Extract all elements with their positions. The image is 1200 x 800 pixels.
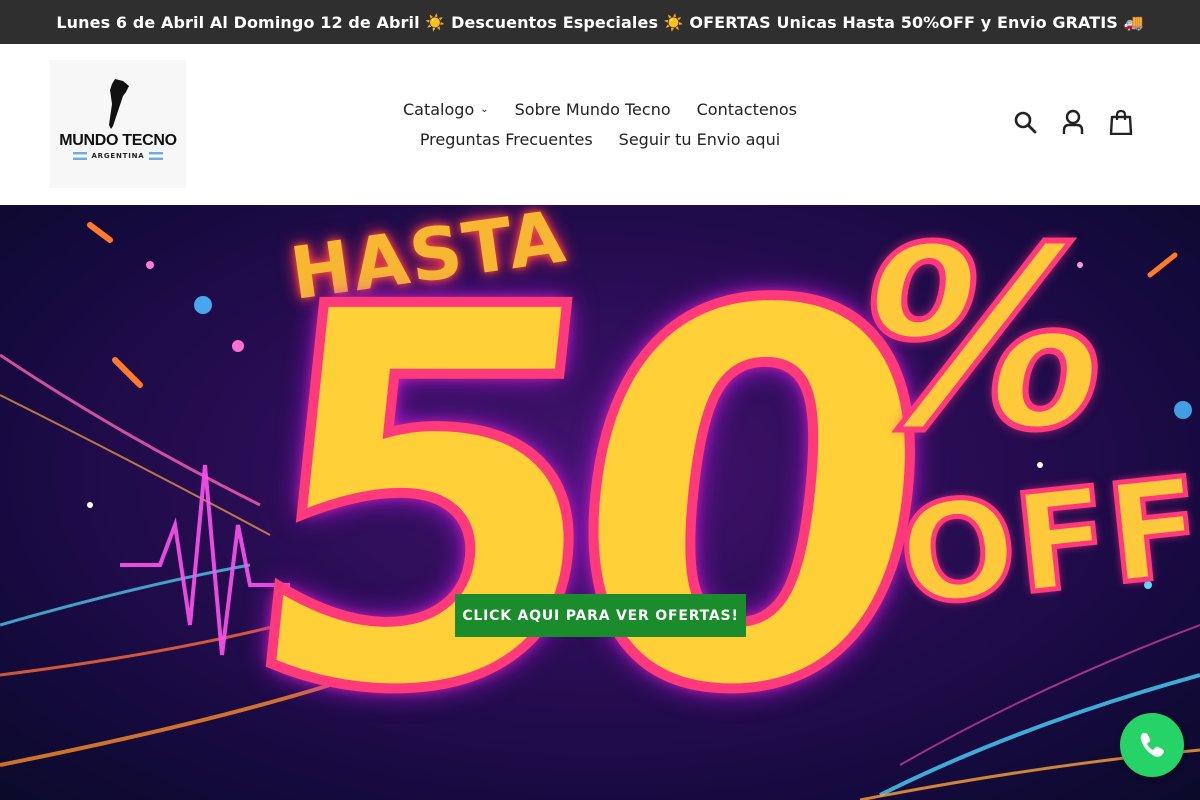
- announcement-bar: Lunes 6 de Abril Al Domingo 12 de Abril …: [0, 0, 1200, 44]
- view-offers-button[interactable]: CLICK AQUI PARA VER OFERTAS!: [455, 594, 746, 637]
- cart-icon[interactable]: [1108, 108, 1134, 136]
- nav-item-label: Preguntas Frecuentes: [419, 129, 593, 149]
- chevron-down-icon: ⌄: [480, 103, 489, 115]
- nav-item-label: Contactenos: [696, 99, 797, 119]
- nav-item-label: Sobre Mundo Tecno: [514, 99, 671, 119]
- hero-percent-text: %: [829, 205, 1137, 488]
- whatsapp-button[interactable]: [1120, 713, 1184, 777]
- search-icon[interactable]: [1012, 108, 1038, 136]
- nav-item-seguir-envio[interactable]: Seguir tu Envio aqui: [619, 130, 781, 149]
- hero-banner[interactable]: HASTA 50 % OFF CLICK AQUI PARA VER OFERT…: [0, 205, 1200, 800]
- header-icons: [1012, 108, 1134, 136]
- argentina-map-icon: [109, 79, 129, 129]
- nav-item-contactenos[interactable]: Contactenos: [697, 100, 797, 119]
- main-nav: Catalogo ⌄ Sobre Mundo Tecno Contactenos…: [380, 94, 820, 154]
- argentina-flag-icon: [73, 152, 88, 160]
- whatsapp-icon: [1140, 733, 1164, 757]
- nav-item-sobre[interactable]: Sobre Mundo Tecno: [515, 100, 671, 119]
- logo-title: MUNDO TECNO: [59, 132, 177, 149]
- nav-item-label: Catalogo: [403, 99, 475, 119]
- nav-item-preguntas[interactable]: Preguntas Frecuentes: [420, 130, 593, 149]
- hero-fifty-text: 50: [211, 205, 928, 800]
- logo-subtitle-text: ARGENTINA: [91, 152, 145, 160]
- nav-item-label: Seguir tu Envio aqui: [618, 129, 781, 149]
- nav-item-catalogo[interactable]: Catalogo ⌄: [403, 100, 489, 119]
- hero-off-text: OFF: [890, 446, 1200, 640]
- logo[interactable]: MUNDO TECNO ARGENTINA: [50, 60, 186, 188]
- site-header: MUNDO TECNO ARGENTINA Catalogo ⌄ Sobre M…: [0, 44, 1200, 205]
- argentina-flag-icon: [148, 152, 163, 160]
- announcement-text: Lunes 6 de Abril Al Domingo 12 de Abril …: [56, 12, 1144, 32]
- logo-subtitle: ARGENTINA: [73, 152, 163, 160]
- account-icon[interactable]: [1060, 108, 1086, 136]
